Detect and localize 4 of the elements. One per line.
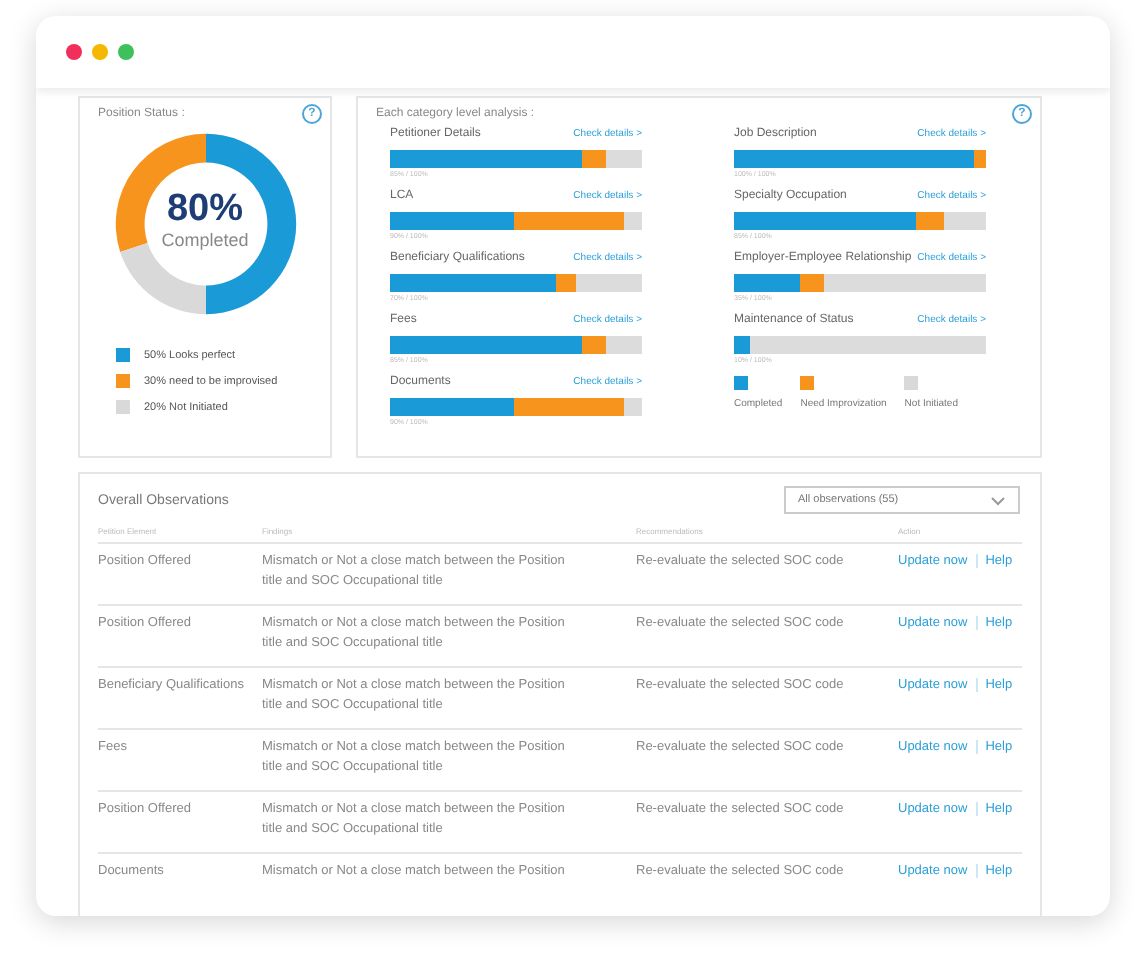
- chevron-down-icon: [990, 495, 1006, 505]
- completion-caption: Completed: [161, 230, 249, 252]
- completion-percent: 80%: [166, 188, 244, 230]
- window-controls-icon: [64, 42, 136, 62]
